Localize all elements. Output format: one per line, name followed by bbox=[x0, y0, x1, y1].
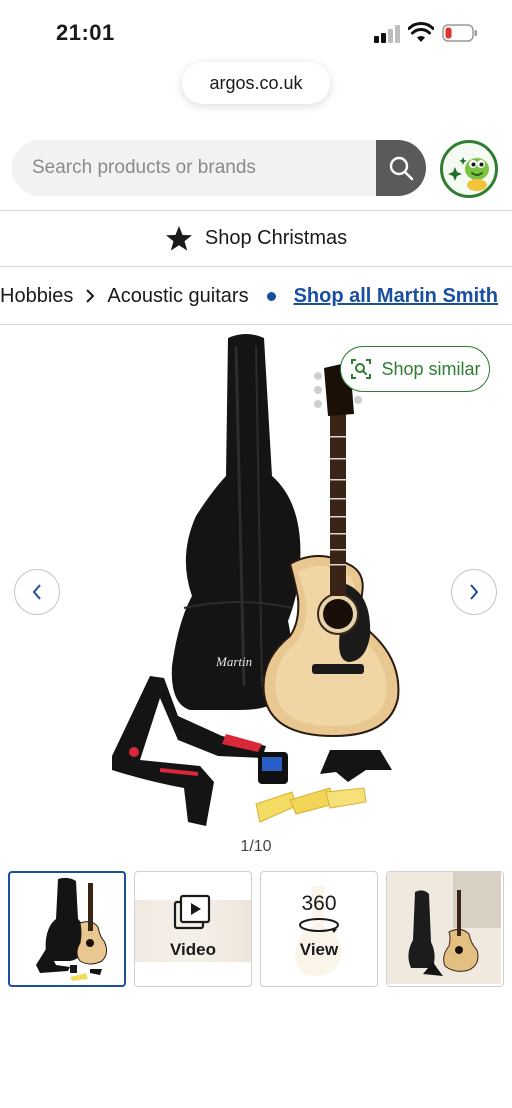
visual-search-icon bbox=[351, 359, 372, 379]
thumbnail-strip: Video 360 View bbox=[8, 871, 512, 989]
status-time: 21:01 bbox=[56, 20, 115, 45]
thumbnail-4[interactable] bbox=[386, 871, 504, 987]
thumbnail-360[interactable]: 360 View bbox=[260, 871, 378, 987]
search-icon bbox=[389, 156, 414, 181]
chevron-right-icon bbox=[470, 584, 479, 600]
thumbnail-360-number: 360 bbox=[301, 892, 337, 915]
thumbnail-lifestyle-image bbox=[387, 872, 501, 984]
guitar-strap bbox=[320, 750, 392, 782]
breadcrumb-item-hobbies[interactable]: Hobbies bbox=[0, 285, 73, 308]
guitar-neck bbox=[330, 412, 346, 596]
divider bbox=[0, 324, 512, 325]
url-bar[interactable]: argos.co.uk bbox=[182, 62, 330, 104]
thumbnail-video[interactable]: Video bbox=[134, 871, 252, 987]
product-image[interactable]: Martin bbox=[0, 326, 512, 836]
thumbnail-1[interactable] bbox=[8, 871, 126, 987]
wifi-icon bbox=[408, 22, 434, 42]
string-packets bbox=[255, 787, 367, 823]
thumbnail-video-label: Video bbox=[170, 940, 216, 959]
chevron-right-icon bbox=[85, 288, 95, 304]
divider bbox=[0, 266, 512, 267]
shop-all-brand-link[interactable]: Shop all Martin Smith bbox=[294, 285, 498, 308]
search-row bbox=[12, 140, 502, 198]
video-icon bbox=[173, 894, 211, 930]
search-input[interactable] bbox=[12, 140, 376, 196]
breadcrumb: Hobbies Acoustic guitars Shop all Martin… bbox=[0, 268, 512, 324]
signal-icon bbox=[374, 25, 400, 43]
next-image-button[interactable] bbox=[451, 569, 497, 615]
shop-similar-label: Shop similar bbox=[381, 358, 481, 379]
status-bar: 21:01 bbox=[0, 0, 512, 64]
star-icon bbox=[165, 226, 192, 251]
breadcrumb-item-acoustic-guitars[interactable]: Acoustic guitars bbox=[107, 285, 248, 308]
bag-logo: Martin bbox=[215, 654, 252, 669]
chevron-left-icon bbox=[32, 584, 41, 600]
ai-assistant-button[interactable] bbox=[440, 140, 498, 198]
thumbnail-360-label: View bbox=[299, 940, 339, 959]
shop-christmas-link[interactable]: Shop Christmas bbox=[0, 211, 512, 266]
ai-assistant-icon bbox=[448, 157, 489, 191]
rotate-360-icon bbox=[299, 918, 339, 933]
shop-similar-button[interactable]: Shop similar bbox=[340, 346, 490, 392]
url-text: argos.co.uk bbox=[209, 72, 303, 93]
search-button[interactable] bbox=[376, 140, 426, 196]
previous-image-button[interactable] bbox=[14, 569, 60, 615]
product-gallery: Martin Shop similar bbox=[0, 326, 512, 866]
thumbnail-image bbox=[36, 877, 108, 981]
breadcrumb-dot bbox=[266, 291, 276, 301]
battery-icon bbox=[442, 24, 477, 42]
image-counter: 1/10 bbox=[240, 838, 272, 855]
shop-christmas-label: Shop Christmas bbox=[204, 227, 348, 249]
